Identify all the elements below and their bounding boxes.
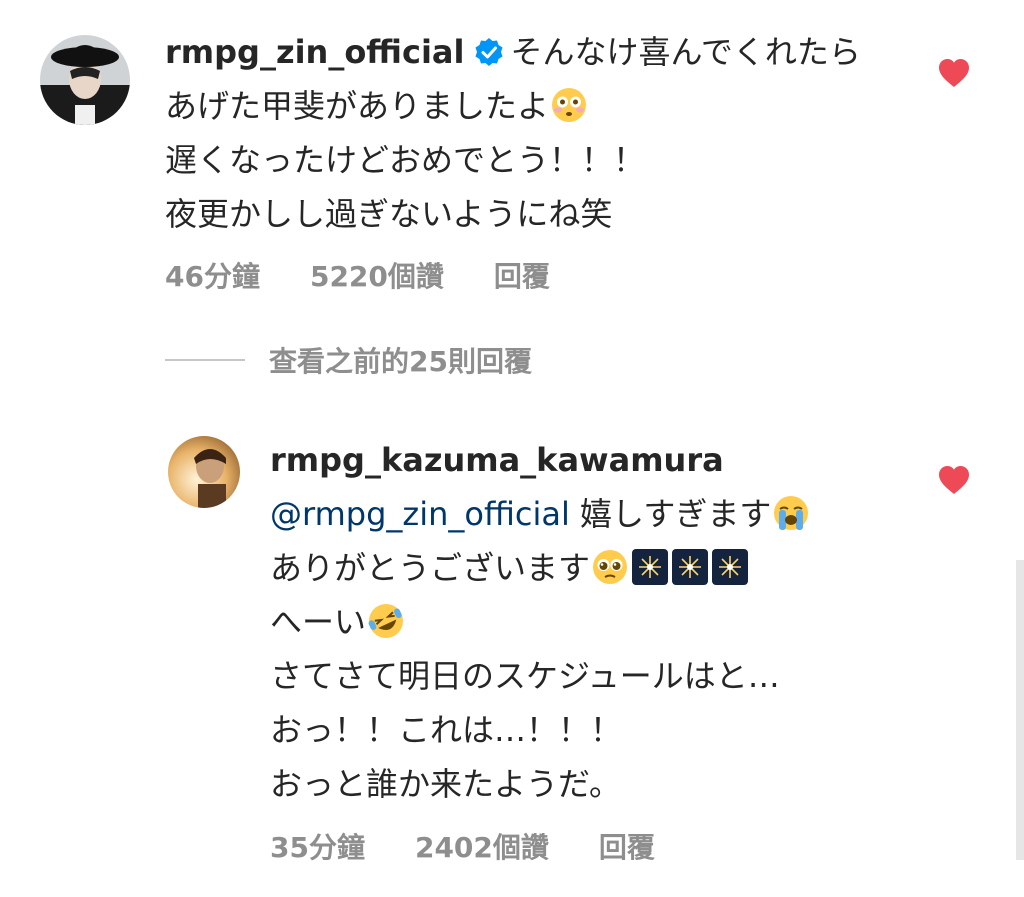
like-heart-icon[interactable] <box>938 58 970 88</box>
pleading-face-icon <box>593 550 628 584</box>
flushed-face-icon <box>552 88 587 122</box>
comment-zin: rmpg_zin_official そんなけ喜んでくれたら あげた甲斐がありました… <box>165 25 925 241</box>
avatar-kazuma[interactable] <box>168 436 240 508</box>
comment-line-3: ありがとうございます <box>270 541 950 595</box>
divider-line <box>165 359 245 361</box>
comment-line-2: あげた甲斐がありましたよ <box>165 79 925 133</box>
username[interactable]: rmpg_zin_official <box>165 33 464 71</box>
avatar-zin[interactable] <box>40 35 130 125</box>
loudly-crying-face-icon <box>774 496 809 530</box>
comment-line-6: おっ！！これは…！！！ <box>270 711 623 749</box>
mention-link[interactable]: @rmpg_zin_official <box>270 495 570 533</box>
comment-line-2: @rmpg_zin_official 嬉しすぎます <box>270 487 950 541</box>
comment-line-1: rmpg_zin_official そんなけ喜んでくれたら <box>165 25 925 79</box>
username[interactable]: rmpg_kazuma_kawamura <box>270 441 724 479</box>
view-replies-label[interactable]: 查看之前的25則回覆 <box>269 340 532 380</box>
fireworks-icon <box>632 549 669 585</box>
fireworks-icon <box>712 549 749 585</box>
comment-line-1: rmpg_kazuma_kawamura <box>270 433 950 487</box>
comment-meta: 35分鐘 2402個讚 回覆 <box>270 826 655 866</box>
reply-button[interactable]: 回覆 <box>494 255 550 295</box>
comment-line-4: へーい <box>270 595 950 649</box>
comment-line-7: おっと誰か来たようだ。 <box>270 765 622 803</box>
view-previous-replies[interactable]: 查看之前的25則回覆 <box>165 340 532 380</box>
comment-likes[interactable]: 5220個讚 <box>310 255 444 295</box>
comment-text: そんなけ喜んでくれたら <box>510 33 861 71</box>
like-heart-icon[interactable] <box>938 465 970 495</box>
scrollbar[interactable] <box>1016 560 1024 860</box>
comment-time: 46分鐘 <box>165 260 260 293</box>
verified-badge-icon <box>475 38 503 66</box>
comment-meta: 46分鐘 5220個讚 回覆 <box>165 255 550 295</box>
rolling-laughing-face-icon <box>368 604 404 638</box>
comment-time: 35分鐘 <box>270 831 365 864</box>
comment-line-4: 夜更かしし過ぎないようにね笑 <box>165 195 613 233</box>
comment-text: あげた甲斐がありましたよ <box>165 87 550 125</box>
comment-kazuma: rmpg_kazuma_kawamura @rmpg_zin_official … <box>270 433 950 811</box>
comment-line-5: さてさて明日のスケジュールはと… <box>270 657 780 695</box>
comment-text: 嬉しすぎます <box>580 495 772 533</box>
reply-button[interactable]: 回覆 <box>599 826 655 866</box>
comment-line-3: 遅くなったけどおめでとう！！！ <box>165 141 646 179</box>
comment-text: へーい <box>270 603 367 641</box>
fireworks-icon <box>672 549 709 585</box>
comment-likes[interactable]: 2402個讚 <box>415 826 549 866</box>
comment-text: ありがとうございます <box>270 549 591 587</box>
